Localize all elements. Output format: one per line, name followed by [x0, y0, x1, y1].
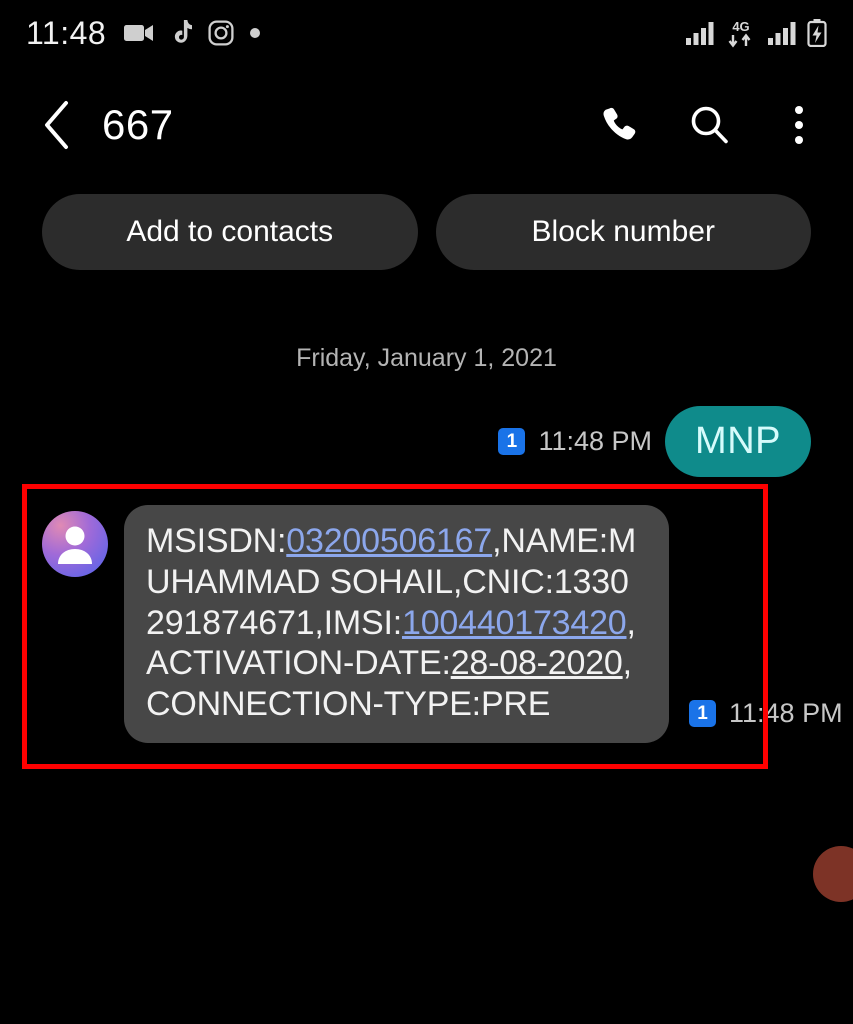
sim-badge: 1: [498, 428, 526, 455]
msisdn-label: MSISDN:: [146, 522, 287, 560]
message-timestamp: 11:48 PM: [538, 426, 653, 456]
tiktok-icon: [170, 20, 193, 46]
search-icon[interactable]: [685, 101, 733, 149]
outgoing-message-row: 1 11:48 PM MNP: [498, 406, 811, 477]
imsi-link[interactable]: 100440173420: [402, 604, 627, 642]
imsi-label: ,IMSI:: [314, 603, 402, 642]
activation-date-link[interactable]: 28-08-2020: [451, 644, 623, 682]
quick-action-bar: Add to contacts Block number: [0, 194, 853, 270]
status-bar-notification-icons: [124, 20, 261, 46]
kebab-dot: [795, 121, 803, 129]
4g-data-icon: 4G: [725, 18, 757, 48]
incoming-message-meta: 1 11:48 PM: [689, 698, 843, 729]
app-bar-actions: [595, 101, 823, 149]
connection-type-value: PRE: [480, 685, 551, 724]
phone-call-icon[interactable]: [595, 101, 643, 149]
dot-icon: [250, 28, 261, 38]
status-bar-clock: 11:48: [26, 14, 107, 51]
status-bar-system-icons: 4G: [686, 18, 827, 48]
kebab-dot: [795, 136, 803, 144]
add-to-contacts-button[interactable]: Add to contacts: [42, 194, 418, 270]
message-timestamp: 11:48 PM: [729, 697, 843, 728]
screen-edge-blob: [813, 846, 853, 902]
battery-charging-icon: [807, 19, 827, 47]
cnic-label: ,CNIC:: [453, 562, 554, 601]
block-number-button[interactable]: Block number: [435, 194, 811, 270]
signal-bars-2-icon: [768, 21, 796, 45]
sim-badge: 1: [689, 699, 716, 727]
incoming-message-row: MSISDN:03200506167,NAME:MUHAMMAD SOHAIL,…: [42, 505, 843, 743]
more-options-icon[interactable]: [775, 101, 823, 149]
name-label: ,NAME:: [492, 522, 609, 560]
svg-text:4G: 4G: [732, 19, 749, 34]
outgoing-message-bubble[interactable]: MNP: [665, 406, 811, 477]
kebab-dot: [795, 106, 803, 114]
back-chevron-icon[interactable]: [30, 98, 84, 152]
page-title: 667: [102, 101, 174, 148]
video-camera-icon: [124, 22, 154, 44]
msisdn-phone-link[interactable]: 03200506167: [286, 522, 492, 560]
messaging-app-screen: 11:48 4G 667 Add to contacts Block numbe…: [0, 0, 853, 1024]
app-bar: 667: [0, 80, 853, 170]
date-divider: Friday, January 1, 2021: [296, 344, 557, 372]
signal-bars-icon: [686, 21, 714, 45]
incoming-message-bubble[interactable]: MSISDN:03200506167,NAME:MUHAMMAD SOHAIL,…: [124, 505, 669, 743]
contact-avatar-icon: [42, 511, 108, 577]
instagram-icon: [208, 20, 234, 46]
status-bar: 11:48 4G: [0, 0, 853, 66]
